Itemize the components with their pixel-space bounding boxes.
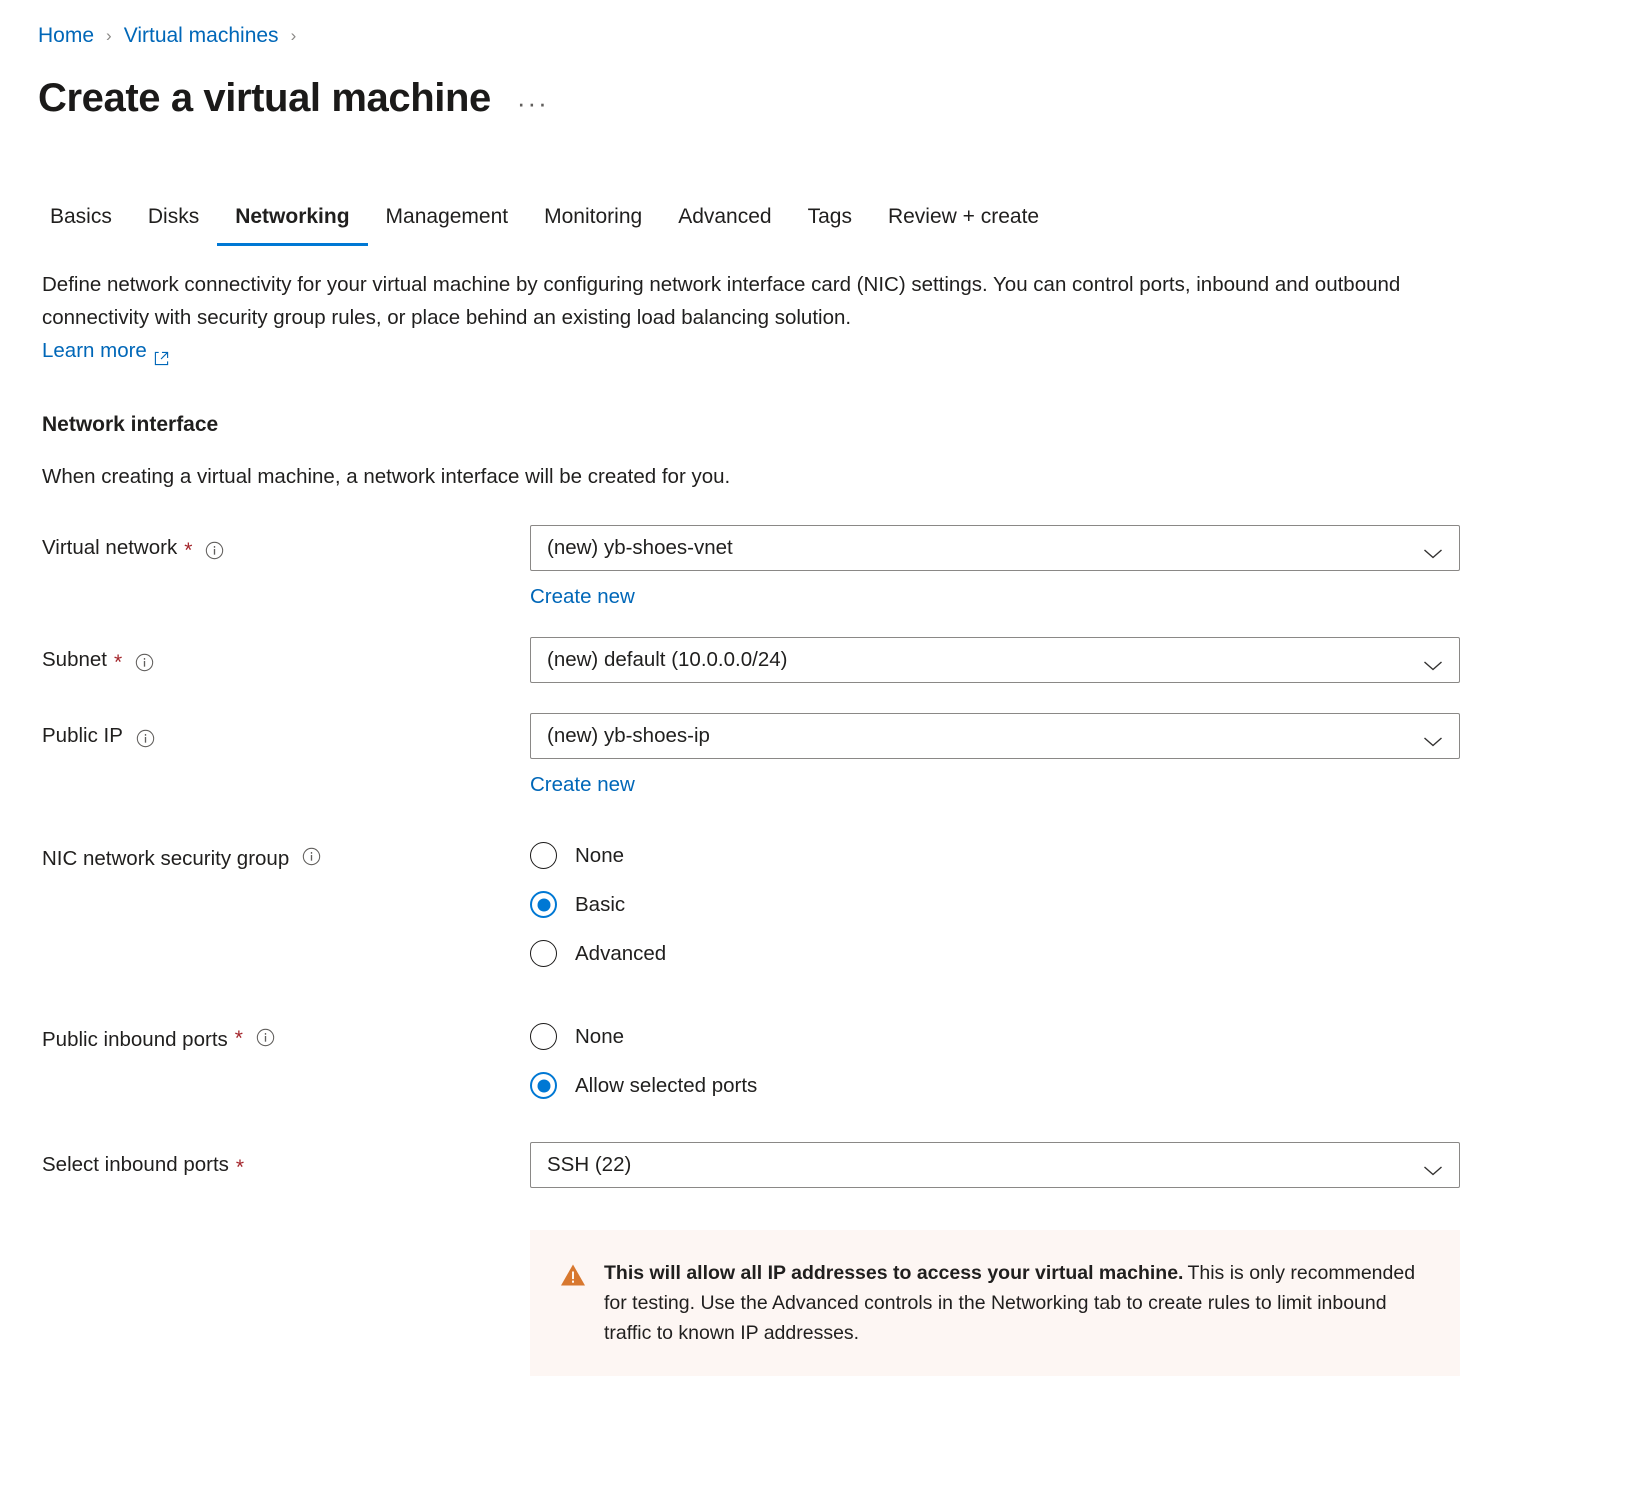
virtual-network-select[interactable]: (new) yb-shoes-vnet [530,525,1460,571]
radio-icon [530,842,557,869]
warning-icon [560,1262,586,1288]
required-asterisk: * [236,1158,244,1178]
nic-nsg-radio-group: None Basic Advanced [530,827,1594,978]
more-options-icon[interactable]: ··· [517,98,549,108]
create-vm-page: Home › Virtual machines › Create a virtu… [0,0,1644,1376]
public-inbound-ports-option-allow-selected[interactable]: Allow selected ports [530,1061,1594,1110]
breadcrumb-separator-2: › [279,23,309,49]
public-inbound-ports-radio-group: None Allow selected ports [530,1008,1594,1110]
nic-nsg-option-none-label: None [575,842,624,870]
field-select-inbound-ports: SSH (22) [530,1142,1644,1376]
chevron-down-icon [1423,1159,1443,1171]
field-nic-network-security-group: None Basic Advanced [530,827,1644,978]
public-inbound-ports-option-none[interactable]: None [530,1012,1594,1061]
tab-management[interactable]: Management [368,204,527,246]
subnet-value: (new) default (10.0.0.0/24) [547,648,787,672]
radio-icon [530,940,557,967]
nic-nsg-option-advanced[interactable]: Advanced [530,929,1594,978]
tab-tags[interactable]: Tags [790,204,870,246]
info-icon[interactable] [256,1027,275,1046]
breadcrumb: Home › Virtual machines › [38,22,1644,50]
label-virtual-network: Virtual network * [30,525,530,571]
field-row-public-inbound-ports: Public inbound ports * None [30,1008,1644,1110]
label-nic-nsg-text: NIC network security group [42,845,289,873]
wizard-tabs: Basics Disks Networking Management Monit… [38,200,1644,246]
inbound-ports-warning-wrap: This will allow all IP addresses to acce… [530,1230,1594,1376]
info-icon[interactable] [135,652,154,671]
label-subnet: Subnet * [30,637,530,683]
label-select-inbound-ports-text: Select inbound ports [42,1151,229,1179]
radio-icon-selected [530,891,557,918]
field-subnet: (new) default (10.0.0.0/24) [530,637,1644,683]
tab-networking[interactable]: Networking [217,204,367,246]
label-public-inbound-ports-text: Public inbound ports [42,1026,228,1054]
warning-banner: This will allow all IP addresses to acce… [530,1230,1460,1376]
page-header: Create a virtual machine ··· [38,74,1644,122]
field-virtual-network: (new) yb-shoes-vnet Create new [530,525,1644,611]
field-row-subnet: Subnet * (new) default (10.0.0.0/24) [30,637,1644,683]
section-description: When creating a virtual machine, a netwo… [42,463,1644,491]
field-public-ip: (new) yb-shoes-ip Create new [530,713,1644,799]
warning-text: This will allow all IP addresses to acce… [604,1258,1430,1348]
required-asterisk: * [114,653,122,673]
required-asterisk: * [184,541,192,561]
breadcrumb-item-home[interactable]: Home [38,23,94,49]
breadcrumb-separator: › [94,23,124,49]
select-inbound-ports-value: SSH (22) [547,1153,631,1177]
label-public-ip: Public IP [30,713,530,759]
field-public-inbound-ports: None Allow selected ports [530,1008,1644,1110]
field-row-public-ip: Public IP (new) yb-shoes-ip [30,713,1644,799]
tab-advanced[interactable]: Advanced [660,204,789,246]
info-icon[interactable] [136,728,155,747]
nic-nsg-option-basic-label: Basic [575,891,625,919]
create-new-public-ip-link[interactable]: Create new [530,771,635,799]
label-virtual-network-text: Virtual network [42,534,177,562]
public-ip-select[interactable]: (new) yb-shoes-ip [530,713,1460,759]
field-row-virtual-network: Virtual network * (new) yb-shoes-vnet [30,525,1644,611]
subnet-select[interactable]: (new) default (10.0.0.0/24) [530,637,1460,683]
public-ip-value: (new) yb-shoes-ip [547,724,710,748]
public-inbound-ports-option-allow-selected-label: Allow selected ports [575,1072,757,1100]
tab-basics[interactable]: Basics [38,204,130,246]
nic-nsg-option-none[interactable]: None [530,831,1594,880]
chevron-down-icon [1423,542,1443,554]
field-row-select-inbound-ports: Select inbound ports * SSH (22) [30,1142,1644,1376]
chevron-down-icon [1423,654,1443,666]
tab-disks[interactable]: Disks [130,204,217,246]
label-subnet-text: Subnet [42,646,107,674]
networking-form: Virtual network * (new) yb-shoes-vnet [30,525,1644,1376]
radio-icon-selected [530,1072,557,1099]
breadcrumb-item-virtual-machines[interactable]: Virtual machines [124,23,279,49]
tab-review-create[interactable]: Review + create [870,204,1057,246]
field-row-nic-network-security-group: NIC network security group None [30,827,1644,978]
chevron-down-icon [1423,730,1443,742]
learn-more-link[interactable]: Learn more [42,335,169,367]
label-public-ip-text: Public IP [42,722,123,750]
warning-text-bold: This will allow all IP addresses to acce… [604,1262,1183,1284]
info-icon[interactable] [302,846,321,865]
external-link-icon [154,344,169,359]
nic-nsg-option-basic[interactable]: Basic [530,880,1594,929]
label-nic-network-security-group: NIC network security group [30,827,530,873]
label-public-inbound-ports: Public inbound ports * [30,1008,530,1054]
select-inbound-ports-select[interactable]: SSH (22) [530,1142,1460,1188]
page-title: Create a virtual machine [38,74,491,122]
tab-monitoring[interactable]: Monitoring [526,204,660,246]
tab-description: Define network connectivity for your vir… [42,268,1467,334]
learn-more-label: Learn more [42,335,147,367]
nic-nsg-option-advanced-label: Advanced [575,940,666,968]
section-title-network-interface: Network interface [42,411,1644,439]
virtual-network-value: (new) yb-shoes-vnet [547,536,733,560]
create-new-virtual-network-link[interactable]: Create new [530,583,635,611]
info-icon[interactable] [205,540,224,559]
required-asterisk: * [235,1029,243,1049]
radio-icon [530,1023,557,1050]
public-inbound-ports-option-none-label: None [575,1023,624,1051]
label-select-inbound-ports: Select inbound ports * [30,1142,530,1188]
